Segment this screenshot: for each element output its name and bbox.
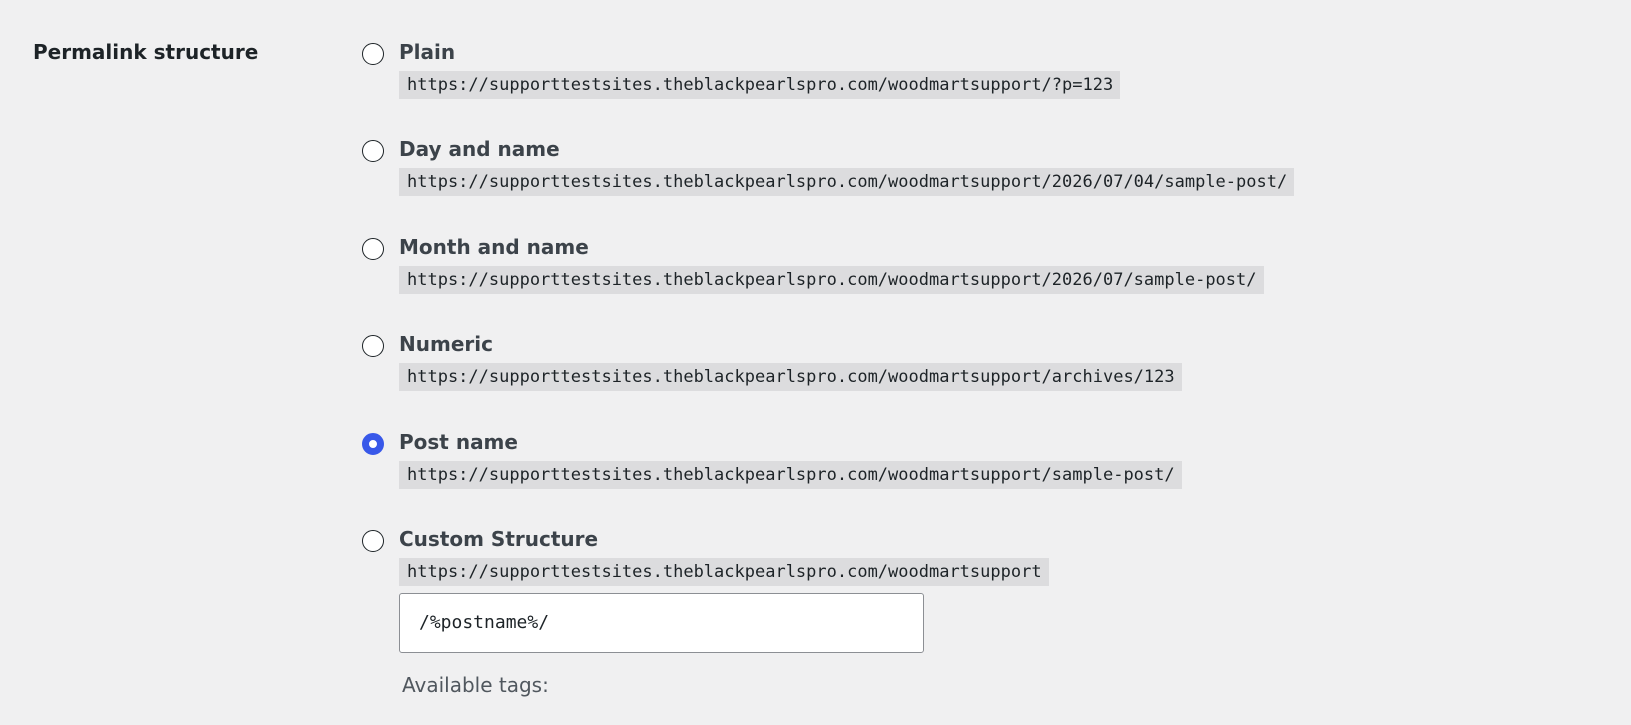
radio-numeric[interactable] (362, 335, 384, 357)
option-post-name-url: https://supporttestsites.theblackpearlsp… (399, 461, 1182, 489)
option-numeric-label[interactable]: Numeric (399, 332, 493, 356)
radio-post-name[interactable] (362, 433, 384, 455)
option-custom-structure-base-url: https://supporttestsites.theblackpearlsp… (399, 558, 1049, 586)
available-tags-label: Available tags: (402, 673, 549, 697)
radio-month-and-name[interactable] (362, 238, 384, 260)
permalink-structure-label: Permalink structure (33, 40, 259, 64)
radio-day-and-name[interactable] (362, 140, 384, 162)
option-post-name-label[interactable]: Post name (399, 430, 518, 454)
option-day-and-name-url: https://supporttestsites.theblackpearlsp… (399, 168, 1295, 196)
option-numeric-url: https://supporttestsites.theblackpearlsp… (399, 363, 1182, 391)
option-month-and-name-label[interactable]: Month and name (399, 235, 589, 259)
custom-structure-input[interactable]: /%postname%/ (399, 593, 924, 653)
option-custom-structure-label[interactable]: Custom Structure (399, 527, 598, 551)
option-plain-label[interactable]: Plain (399, 40, 455, 64)
option-plain-url: https://supporttestsites.theblackpearlsp… (399, 71, 1121, 99)
radio-plain[interactable] (362, 43, 384, 65)
option-day-and-name-label[interactable]: Day and name (399, 137, 560, 161)
option-month-and-name-url: https://supporttestsites.theblackpearlsp… (399, 266, 1264, 294)
radio-custom-structure[interactable] (362, 530, 384, 552)
